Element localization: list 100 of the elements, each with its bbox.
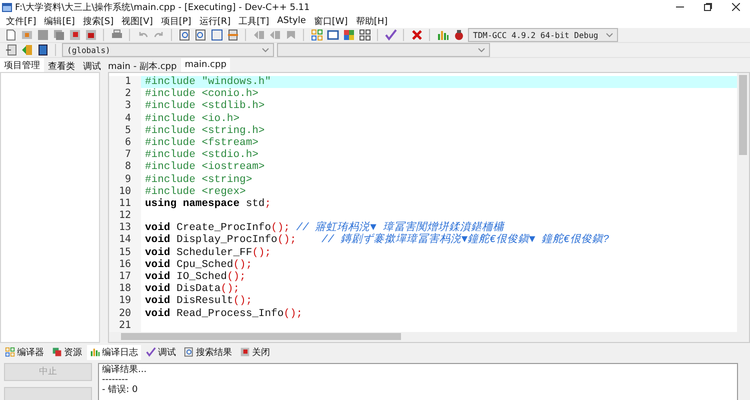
menu-item[interactable]: 窗口[W]	[310, 14, 352, 28]
window-icon[interactable]	[210, 28, 223, 42]
new-file-icon[interactable]	[4, 28, 17, 42]
line-number: 12	[109, 210, 141, 222]
code-line: void DisResult();	[144, 295, 254, 308]
line-number: 21	[109, 320, 141, 332]
menu-item[interactable]: AStyle	[273, 14, 310, 28]
close-all-icon-drawing	[84, 29, 96, 41]
bar-chart-icon-drawing	[436, 29, 448, 41]
line-number: 6	[109, 136, 141, 150]
menu-item[interactable]: 帮助[H]	[352, 14, 392, 28]
book-icon-drawing	[36, 44, 48, 56]
code-line: #include <stdio.h>	[144, 149, 258, 162]
line-number: 3	[109, 100, 141, 113]
close-file-icon[interactable]	[68, 28, 81, 42]
code-line: #include <string.h>	[144, 124, 266, 137]
output-tab[interactable]: 编译器	[2, 344, 47, 360]
line-number: 7	[109, 149, 141, 162]
goto-line-icon[interactable]	[226, 28, 239, 42]
save-all-icon-drawing	[52, 29, 64, 41]
check-icon[interactable]	[384, 28, 397, 42]
window-frame-icon[interactable]	[326, 28, 339, 42]
bug-icon-drawing	[452, 29, 464, 41]
compiler-dropdown[interactable]: TDM-GCC 4.9.2 64-bit Debug	[468, 28, 618, 42]
code-line: #include <fstream>	[144, 136, 260, 149]
line-number: 5	[109, 124, 141, 137]
tiles-icon-drawing	[358, 29, 370, 41]
log-line: --------	[102, 374, 129, 385]
restore-icon	[704, 3, 712, 11]
app-icon	[2, 2, 12, 12]
replace-icon[interactable]	[194, 28, 207, 42]
code-line: #include <conio.h>	[144, 88, 258, 100]
close-icon-drawing	[410, 29, 422, 41]
close-icon	[732, 3, 740, 11]
close-file-icon-drawing	[68, 29, 80, 41]
book-icon[interactable]	[36, 44, 49, 56]
output-tab[interactable]: 搜索结果	[181, 344, 235, 360]
code-line: #include <string>	[144, 174, 254, 186]
horizontal-scrollbar[interactable]	[109, 332, 749, 342]
grid-icon	[5, 347, 15, 358]
caret-icon	[262, 48, 269, 52]
close-file-icon	[240, 347, 250, 358]
code-line: #include <stdlib.h>	[144, 100, 266, 113]
menu-item[interactable]: 编辑[E]	[40, 14, 79, 28]
line-number: 10	[109, 186, 141, 198]
menu-item[interactable]: 项目[P]	[156, 14, 196, 28]
bar-chart-icon	[90, 347, 100, 358]
menu-item[interactable]: 搜索[S]	[78, 14, 118, 28]
close-icon[interactable]	[410, 28, 423, 42]
line-number: 14	[109, 234, 141, 247]
grid-icon-drawing	[310, 29, 322, 41]
close-all-icon[interactable]	[84, 28, 97, 42]
output-tab[interactable]: 关闭	[237, 344, 273, 360]
output-tab[interactable]: 编译日志	[87, 344, 141, 360]
line-number: 15	[109, 246, 141, 259]
line-number: 8	[109, 161, 141, 174]
code-line: void Display_ProcInfo(); // 鏄剧ず褰撳墠璋冨害杩涚▼鐘舵€佷俊鎭▼ 鐘舵€佷俊鎭?	[144, 234, 610, 247]
scope-dropdown[interactable]: (globals)	[62, 43, 274, 57]
bar-chart-icon[interactable]	[436, 28, 449, 42]
log-line: - 错误: 0	[102, 384, 139, 395]
color-grid-icon[interactable]	[342, 28, 355, 42]
code-line: #include <iostream>	[144, 161, 266, 174]
bug-icon[interactable]	[452, 28, 465, 42]
line-number: 11	[109, 198, 141, 210]
grid-icon[interactable]	[310, 28, 323, 42]
file-arrow-icon[interactable]	[4, 44, 17, 56]
line-number: 19	[109, 295, 141, 308]
check-icon	[146, 347, 156, 358]
window-frame-icon-drawing	[326, 29, 338, 41]
save-icon-drawing	[36, 29, 48, 41]
find-icon[interactable]	[178, 28, 191, 42]
line-number: 13	[109, 222, 141, 234]
menu-item[interactable]: 文件[F]	[2, 14, 40, 28]
panel-tab[interactable]: 项目管理	[0, 58, 44, 72]
line-number: 9	[109, 174, 141, 186]
menu-item[interactable]: 视图[V]	[118, 14, 157, 28]
check-icon-drawing	[384, 29, 396, 41]
log-line: 编译结果...	[102, 364, 148, 375]
code-line: using namespace std;	[144, 198, 272, 210]
line-number: 1	[109, 76, 141, 88]
code-line: #include <io.h>	[144, 112, 241, 125]
menu-item[interactable]: 运行[R]	[195, 14, 235, 28]
vertical-scrollbar[interactable]	[737, 73, 749, 332]
line-number: 16	[109, 258, 141, 271]
menu-item[interactable]: 工具[T]	[234, 14, 274, 28]
file-tab[interactable]: main.cpp	[180, 58, 230, 72]
color-grid-icon-drawing	[342, 29, 354, 41]
print-icon-drawing	[110, 29, 122, 41]
open-file-icon-drawing	[20, 29, 32, 41]
output-tab[interactable]: 资源	[49, 344, 85, 360]
unindent-icon-drawing	[268, 29, 280, 41]
tiles-icon[interactable]	[358, 28, 371, 42]
code-line: void DisData();	[144, 283, 240, 296]
code-line: void Create_ProcInfo(); // 寤虹珛杩涚▼ 璋冨害闃熷垪鍒濆鍖栭槦	[144, 222, 505, 234]
line-number: 2	[109, 88, 141, 100]
line-number: 17	[109, 271, 141, 284]
find-icon	[184, 347, 194, 358]
indent-icon-drawing	[252, 29, 264, 41]
output-tab[interactable]: 调试	[143, 344, 179, 360]
window-title: F:\大学资料\大三上\操作系统\main.cpp - [Executing] - Dev-C++ 5.11	[15, 2, 311, 14]
